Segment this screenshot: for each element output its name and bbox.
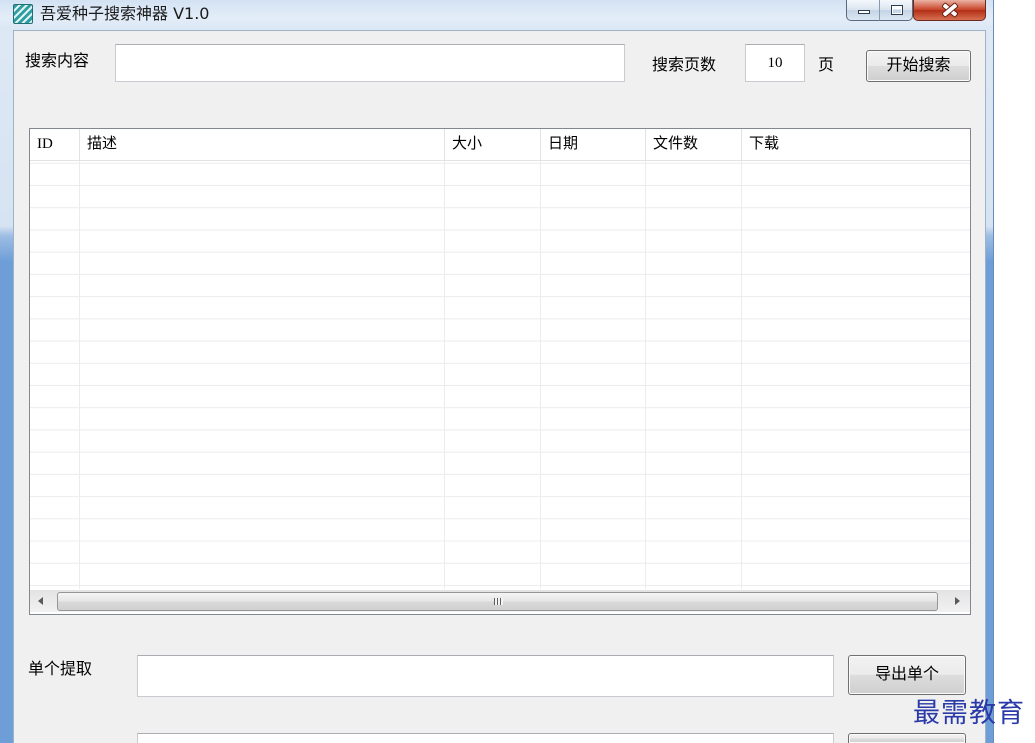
minimize-icon [858,10,870,14]
start-search-button[interactable]: 开始搜索 [866,50,971,82]
scrollbar-thumb[interactable] [57,592,938,611]
horizontal-scrollbar[interactable] [30,590,970,612]
maximize-button[interactable] [879,0,913,21]
grid-column-line [645,161,646,589]
export-next-button[interactable] [848,733,966,743]
column-header-id[interactable]: ID [30,129,80,160]
scroll-right-button[interactable] [944,591,968,612]
app-icon[interactable] [13,4,33,24]
extract-next-input[interactable] [137,733,834,743]
export-single-button[interactable]: 导出单个 [848,655,966,695]
grid-column-line [444,161,445,589]
results-table-header: ID 描述 大小 日期 文件数 下载 [30,129,970,161]
scroll-left-arrow-icon [38,597,43,605]
grid-column-line [79,161,80,589]
close-button[interactable] [913,0,986,21]
window-title: 吾爱种子搜索神器 V1.0 [40,4,210,23]
column-header-description[interactable]: 描述 [80,129,445,160]
column-header-size[interactable]: 大小 [445,129,541,160]
column-header-download[interactable]: 下载 [742,129,970,160]
results-table-body[interactable] [30,161,970,589]
search-pages-label: 搜索页数 [652,57,717,74]
extract-single-input[interactable] [137,655,834,697]
title-bar[interactable]: 吾爱种子搜索神器 V1.0 [0,0,993,30]
grid-column-line [540,161,541,589]
app-window: 吾爱种子搜索神器 V1.0 搜索内容 搜索页数 页 开始搜索 ID 描述 大小 … [0,0,994,743]
grid-column-line [741,161,742,589]
column-header-file-count[interactable]: 文件数 [646,129,742,160]
extract-single-label: 单个提取 [28,661,93,678]
search-input[interactable] [115,44,625,82]
maximize-icon [891,5,903,15]
watermark-text: 最需教育 [913,698,1025,729]
scroll-grip-icon [494,598,503,605]
pages-unit-label: 页 [818,57,835,74]
scroll-right-arrow-icon [955,597,960,605]
search-content-label: 搜索内容 [25,53,90,70]
results-table[interactable]: ID 描述 大小 日期 文件数 下载 [29,128,971,615]
client-area: 搜索内容 搜索页数 页 开始搜索 ID 描述 大小 日期 文件数 下载 [13,30,986,743]
minimize-button[interactable] [846,0,880,21]
column-header-date[interactable]: 日期 [541,129,646,160]
scroll-left-button[interactable] [30,591,54,612]
search-pages-input[interactable] [745,44,805,82]
close-icon [942,3,958,17]
